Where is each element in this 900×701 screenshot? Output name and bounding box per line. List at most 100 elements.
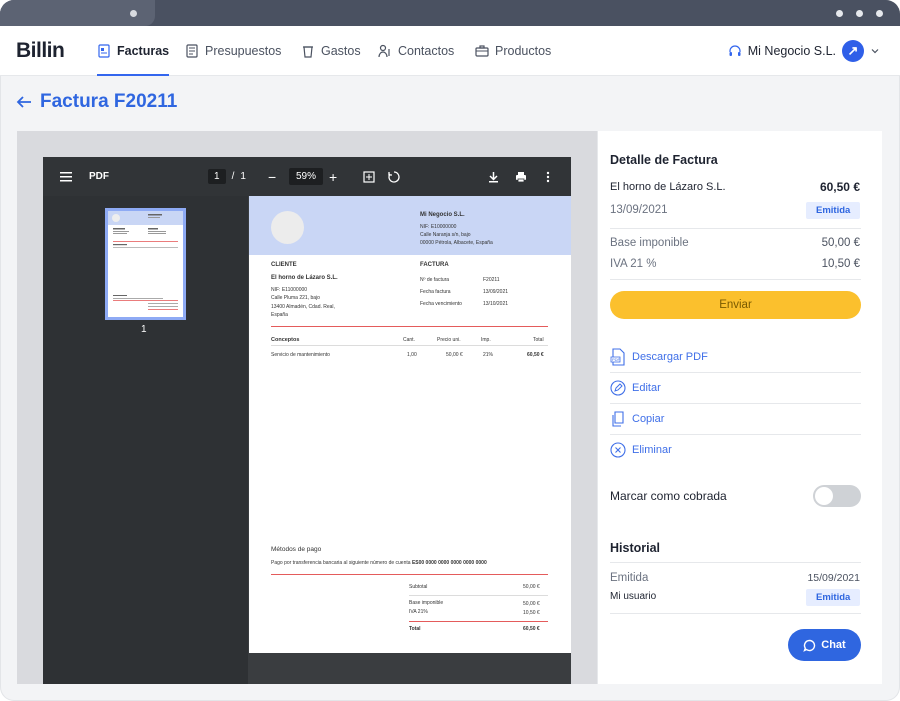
- print-icon[interactable]: [515, 157, 527, 196]
- client-address: Calle Pluma 221, bajo: [271, 295, 320, 301]
- history-status-badge: Emitida: [806, 589, 861, 606]
- nav-item-productos[interactable]: Productos: [475, 26, 551, 76]
- details-heading: Detalle de Factura: [610, 153, 718, 167]
- line-price: 50,00 €: [446, 352, 463, 358]
- divider: [610, 562, 861, 563]
- client-country: España: [271, 312, 288, 318]
- business-name[interactable]: Mi Negocio S.L.: [748, 44, 836, 58]
- col-price: Precio uni.: [437, 337, 461, 343]
- pdf-viewer-area: PDF 1 / 1 − 59% + 1 Mi Negocio S.L. NIF:…: [17, 131, 597, 684]
- svg-text:PDF: PDF: [612, 357, 621, 362]
- rotate-icon[interactable]: [388, 157, 400, 196]
- edit-action[interactable]: Editar: [610, 372, 861, 403]
- briefcase-icon: [475, 45, 489, 57]
- download-icon[interactable]: [488, 157, 499, 196]
- col-concepts: Conceptos: [271, 337, 300, 343]
- window-chrome: [0, 0, 900, 26]
- divider: [271, 574, 548, 575]
- zoom-out-icon[interactable]: −: [268, 157, 276, 196]
- history-date: 15/09/2021: [807, 572, 860, 584]
- col-tax: Imp.: [481, 337, 491, 343]
- invoice-icon: [98, 44, 110, 58]
- page-title-row: Factura F20211: [16, 91, 177, 113]
- nav-item-label: Contactos: [398, 44, 455, 58]
- total-label: Total: [409, 626, 421, 632]
- line-total: 60,50 €: [527, 352, 544, 358]
- divider: [610, 228, 861, 229]
- company-address: Calle Naranja s/n, bajo: [420, 232, 471, 238]
- iva-value: 10,50 €: [821, 258, 860, 270]
- nav-item-label: Gastos: [321, 44, 361, 58]
- subtotal-value: 50,00 €: [523, 584, 540, 590]
- fit-page-icon[interactable]: [363, 157, 375, 196]
- action-label: Editar: [632, 381, 661, 394]
- app-window: Billin Facturas Presupuestos Gastos Cont…: [0, 0, 900, 701]
- invoice-number: F20211: [483, 277, 500, 283]
- window-control-dot[interactable]: [836, 10, 843, 17]
- zoom-value[interactable]: 59%: [289, 168, 324, 185]
- delete-action[interactable]: Eliminar: [610, 434, 861, 465]
- zoom-level[interactable]: 59%: [289, 157, 324, 196]
- mark-paid-toggle[interactable]: [813, 485, 861, 507]
- payment-heading: Métodos de pago: [271, 546, 322, 553]
- payment-account: ES00 0000 0000 0000 0000 0000: [411, 560, 487, 566]
- more-options-icon[interactable]: [546, 157, 550, 196]
- page-separator: /: [231, 171, 235, 182]
- payment-text-label: Pago por transferencia bancaria al sigui…: [271, 560, 411, 566]
- download-pdf-action[interactable]: PDF Descargar PDF: [610, 341, 861, 372]
- arrow-up-right-icon[interactable]: ↗: [842, 40, 864, 62]
- menu-icon[interactable]: [60, 157, 72, 196]
- page-indicator: 1 / 1: [208, 157, 246, 196]
- invoice-date: 13/09/2021: [483, 289, 509, 295]
- contacts-icon: [378, 44, 390, 58]
- top-navigation: Billin Facturas Presupuestos Gastos Cont…: [0, 26, 900, 76]
- history-event: Emitida: [610, 572, 649, 584]
- copy-icon: [612, 410, 624, 427]
- iva-label: IVA 21%: [409, 609, 428, 615]
- delete-icon: [610, 441, 626, 458]
- iva-label: IVA 21 %: [610, 258, 657, 270]
- thumbnail-sidebar: 1: [43, 196, 248, 684]
- company-logo-placeholder: [271, 211, 304, 244]
- divider: [409, 595, 548, 596]
- business-menu[interactable]: Mi Negocio S.L. ↗: [728, 26, 880, 76]
- back-arrow-icon[interactable]: [16, 95, 32, 109]
- logo[interactable]: Billin: [16, 39, 65, 63]
- invoice-heading: FACTURA: [420, 262, 449, 268]
- page-input[interactable]: 1: [208, 169, 226, 184]
- action-label: Descargar PDF: [632, 350, 708, 363]
- client-name[interactable]: El horno de Lázaro S.L.: [610, 181, 726, 193]
- pdf-label: PDF: [89, 171, 109, 182]
- chat-bubble-icon: [803, 639, 816, 652]
- nav-item-presupuestos[interactable]: Presupuestos: [185, 26, 281, 76]
- invoice-due: 13/10/2021: [483, 301, 509, 307]
- line-tax: 21%: [483, 352, 494, 358]
- nav-item-contactos[interactable]: Contactos: [378, 26, 454, 76]
- chevron-down-icon[interactable]: [870, 46, 880, 56]
- zoom-in-icon[interactable]: +: [329, 157, 337, 196]
- action-label: Eliminar: [632, 443, 672, 456]
- thumbnail-page-number: 1: [141, 324, 147, 335]
- copy-action[interactable]: Copiar: [610, 403, 861, 434]
- nav-item-facturas[interactable]: Facturas: [97, 26, 170, 76]
- headset-icon[interactable]: [728, 44, 742, 58]
- nav-item-gastos[interactable]: Gastos: [301, 26, 361, 76]
- tab-indicator: [130, 10, 137, 17]
- chat-button[interactable]: Chat: [788, 629, 861, 661]
- line-qty: 1,00: [407, 352, 417, 358]
- page-thumbnail[interactable]: [105, 208, 186, 320]
- iva-value: 10,50 €: [523, 610, 540, 616]
- action-label: Copiar: [632, 412, 665, 425]
- nav-item-label: Facturas: [117, 44, 170, 58]
- status-badge: Emitida: [806, 202, 861, 219]
- page-total: 1: [240, 171, 246, 182]
- send-button[interactable]: Enviar: [610, 291, 861, 319]
- invoice-due-label: Fecha vencimiento: [420, 301, 462, 307]
- col-qty: Cant.: [403, 337, 415, 343]
- client-heading: CLIENTE: [271, 262, 297, 268]
- window-control-dot[interactable]: [876, 10, 883, 17]
- invoice-number-label: Nº de factura: [420, 277, 450, 283]
- client-nif: NIF: E11000000: [271, 287, 308, 293]
- window-control-dot[interactable]: [856, 10, 863, 17]
- base-label: Base imponible: [409, 600, 444, 606]
